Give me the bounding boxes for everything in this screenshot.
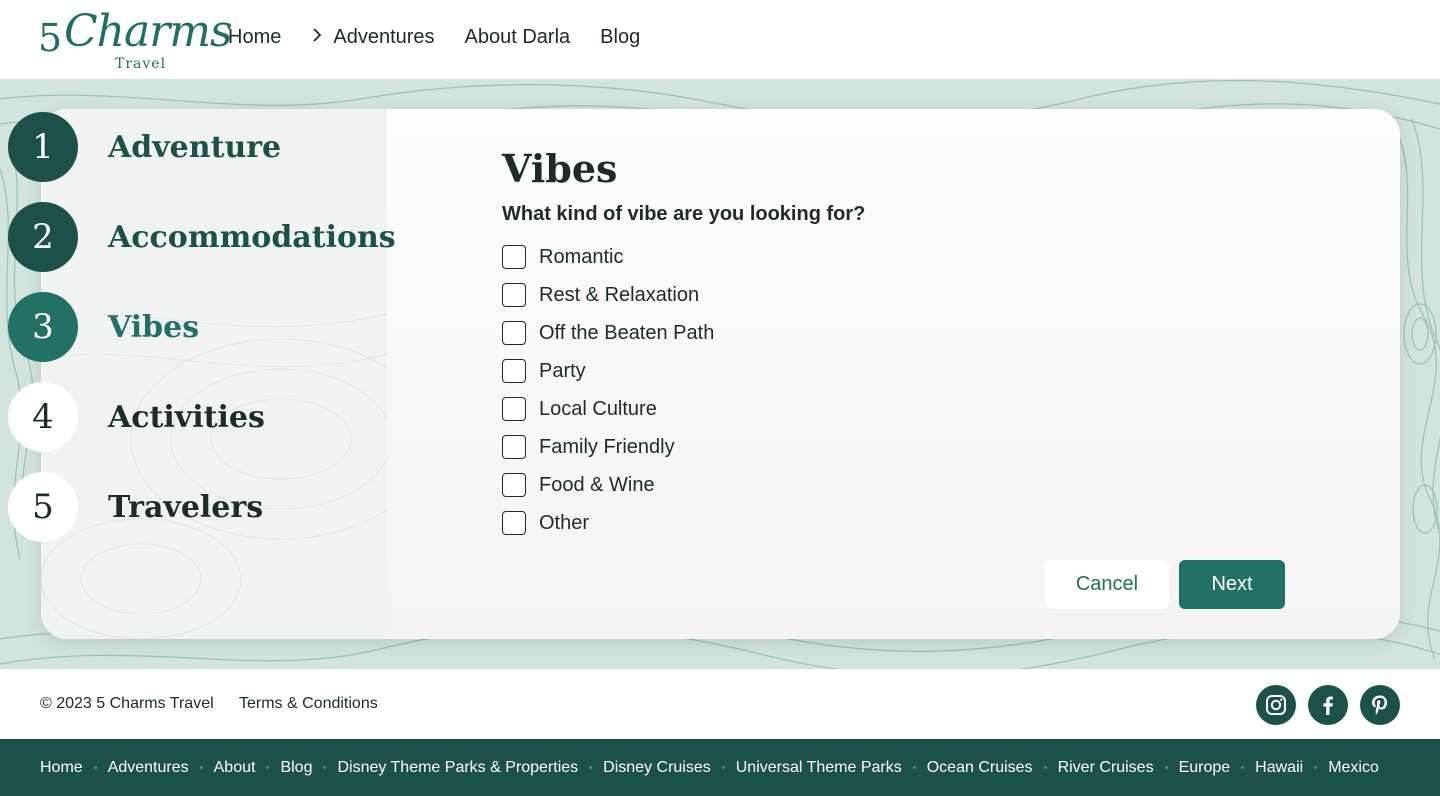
next-button[interactable]: Next (1179, 560, 1285, 609)
checkbox[interactable] (502, 321, 526, 345)
logo[interactable]: 5 Charms Travel (38, 4, 233, 74)
footer: © 2023 5 Charms Travel Terms & Condition… (0, 669, 1440, 739)
separator-dot (199, 766, 203, 769)
checkbox[interactable] (502, 359, 526, 383)
footer-link-adventures[interactable]: Adventures (108, 759, 189, 777)
step-adventure[interactable]: 1 Adventure (8, 112, 281, 182)
step-label: Accommodations (108, 219, 396, 255)
option-label: Off the Beaten Path (539, 321, 715, 344)
terms-link[interactable]: Terms & Conditions (239, 695, 378, 713)
nav-adventures-label: Adventures (333, 26, 435, 48)
nav-about[interactable]: About Darla (465, 26, 571, 49)
option-romantic[interactable]: Romantic (502, 245, 623, 269)
footer-link-river-cruises[interactable]: River Cruises (1058, 759, 1154, 777)
nav-home[interactable]: Home (228, 26, 281, 49)
option-off-beaten-path[interactable]: Off the Beaten Path (502, 321, 714, 345)
option-label: Other (539, 511, 590, 534)
option-food-wine[interactable]: Food & Wine (502, 473, 655, 497)
checkbox[interactable] (502, 435, 526, 459)
option-rest-relaxation[interactable]: Rest & Relaxation (502, 283, 699, 307)
option-other[interactable]: Other (502, 511, 589, 535)
separator-dot (589, 766, 593, 769)
footer-link-blog[interactable]: Blog (280, 759, 312, 777)
form-question: What kind of vibe are you looking for? (502, 203, 866, 225)
separator-dot (323, 766, 327, 769)
option-local-culture[interactable]: Local Culture (502, 397, 657, 421)
step-number-circle: 1 (8, 112, 78, 182)
option-label: Rest & Relaxation (539, 283, 700, 306)
option-label: Family Friendly (539, 435, 675, 458)
checkbox[interactable] (502, 245, 526, 269)
footer-link-mexico[interactable]: Mexico (1328, 759, 1379, 777)
cancel-button[interactable]: Cancel (1045, 560, 1169, 609)
step-accommodations[interactable]: 2 Accommodations (8, 202, 396, 272)
option-party[interactable]: Party (502, 359, 586, 383)
step-number-circle: 5 (8, 472, 78, 542)
step-activities[interactable]: 4 Activities (8, 382, 265, 452)
logo-subtitle: Travel (115, 56, 167, 72)
main-nav: Home Adventures About Darla Blog (228, 26, 670, 49)
step-number-circle: 2 (8, 202, 78, 272)
step-number-circle: 4 (8, 382, 78, 452)
pinterest-icon[interactable] (1360, 685, 1400, 725)
footer-link-about[interactable]: About (214, 759, 256, 777)
footer-link-universal[interactable]: Universal Theme Parks (736, 759, 902, 777)
step-label: Adventure (108, 129, 282, 165)
steps-panel-pattern (41, 313, 387, 639)
option-label: Romantic (539, 245, 624, 268)
step-number-circle: 3 (8, 292, 78, 362)
instagram-icon[interactable] (1256, 685, 1296, 725)
separator-dot (721, 766, 725, 769)
logo-name: Charms (64, 6, 233, 57)
steps-panel (41, 109, 387, 639)
copyright: © 2023 5 Charms Travel (40, 695, 214, 712)
separator-dot (1164, 766, 1168, 769)
separator-dot (93, 766, 97, 769)
footer-link-disney-parks[interactable]: Disney Theme Parks & Properties (337, 759, 578, 777)
step-label: Vibes (108, 309, 200, 345)
option-label: Food & Wine (539, 473, 655, 496)
option-label: Local Culture (539, 397, 657, 420)
footer-link-home[interactable]: Home (40, 759, 83, 777)
nav-blog[interactable]: Blog (600, 26, 640, 49)
option-family-friendly[interactable]: Family Friendly (502, 435, 675, 459)
separator-dot (1314, 766, 1318, 769)
site-header: 5 Charms Travel Home Adventures About Da… (0, 0, 1440, 79)
footer-link-hawaii[interactable]: Hawaii (1255, 759, 1303, 777)
step-travelers[interactable]: 5 Travelers (8, 472, 263, 542)
separator-dot (1043, 766, 1047, 769)
checkbox[interactable] (502, 397, 526, 421)
separator-dot (266, 766, 270, 769)
footer-nav: Home Adventures About Blog Disney Theme … (0, 739, 1440, 796)
footer-link-europe[interactable]: Europe (1179, 759, 1231, 777)
nav-adventures[interactable]: Adventures (311, 26, 435, 49)
checkbox[interactable] (502, 511, 526, 535)
checkbox[interactable] (502, 283, 526, 307)
step-label: Travelers (108, 489, 264, 525)
step-label: Activities (108, 399, 265, 435)
footer-link-ocean-cruises[interactable]: Ocean Cruises (927, 759, 1033, 777)
step-vibes[interactable]: 3 Vibes (8, 292, 199, 362)
facebook-icon[interactable] (1308, 685, 1348, 725)
logo-mark: 5 (38, 16, 63, 60)
separator-dot (912, 766, 916, 769)
footer-link-disney-cruises[interactable]: Disney Cruises (603, 759, 711, 777)
chevron-right-icon (311, 27, 323, 48)
form-title: Vibes (502, 146, 618, 191)
option-label: Party (539, 359, 586, 382)
separator-dot (1241, 766, 1245, 769)
checkbox[interactable] (502, 473, 526, 497)
